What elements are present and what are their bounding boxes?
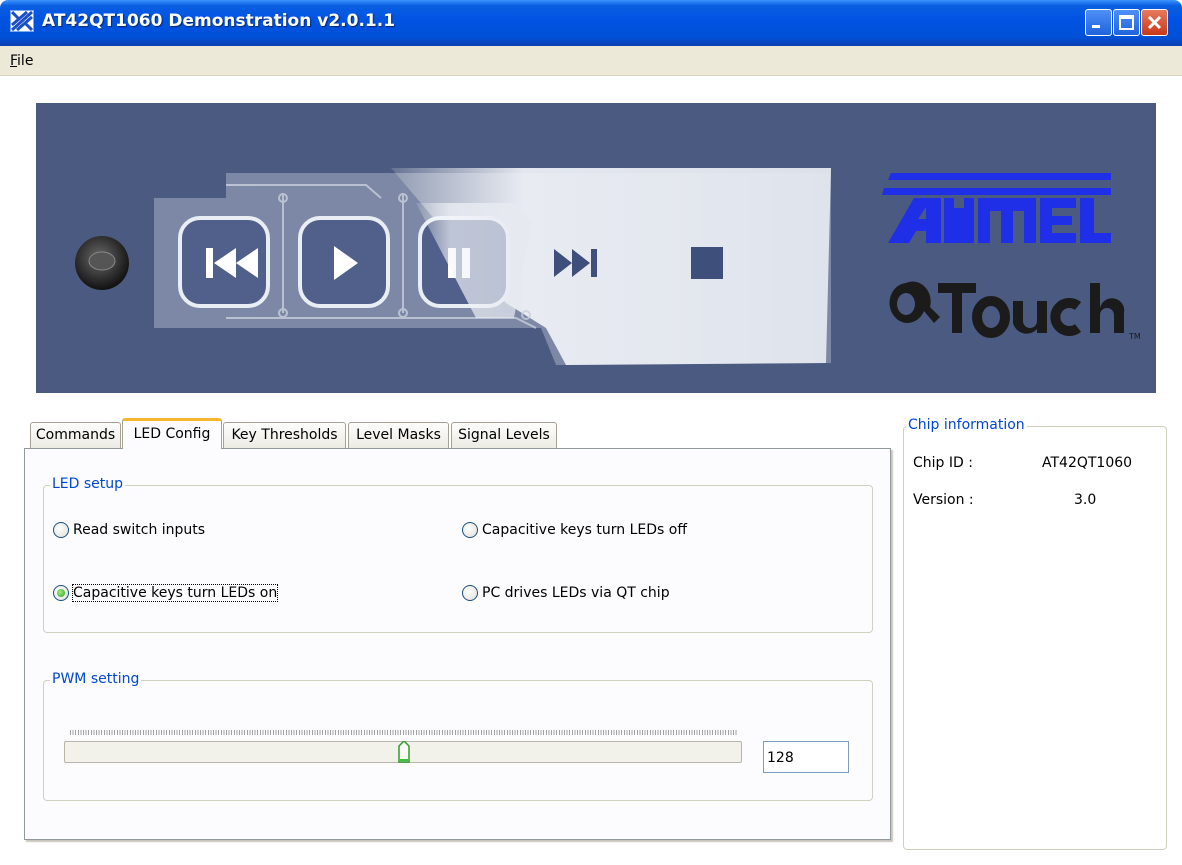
tab-signal-levels[interactable]: Signal Levels [451, 422, 557, 448]
radio-button[interactable] [462, 522, 478, 538]
window-title: AT42QT1060 Demonstration v2.0.1.1 [42, 11, 396, 31]
radio-button-selected[interactable] [53, 585, 69, 601]
maximize-icon [1119, 15, 1134, 30]
radio-label: Capacitive keys turn LEDs on [71, 584, 279, 602]
pwm-slider-thumb[interactable] [398, 739, 410, 763]
radio-button[interactable] [462, 585, 478, 601]
menu-bar: File [0, 46, 1182, 76]
tab-label: Signal Levels [458, 427, 550, 443]
tab-label: LED Config [133, 426, 211, 442]
title-bar[interactable]: AT42QT1060 Demonstration v2.0.1.1 [0, 0, 1182, 46]
tab-commands[interactable]: Commands [30, 422, 121, 448]
tab-level-masks[interactable]: Level Masks [348, 422, 449, 448]
qtouch-logo-icon: TM [889, 281, 1141, 341]
close-icon [1147, 15, 1162, 30]
led-setup-group: LED setup [43, 476, 873, 633]
close-button[interactable] [1141, 9, 1168, 36]
atmel-logo-icon [882, 173, 1111, 243]
radio-label: Capacitive keys turn LEDs off [482, 522, 687, 538]
version-label: Version : [913, 492, 974, 508]
previous-icon [178, 216, 270, 308]
pwm-setting-title: PWM setting [50, 671, 142, 687]
radio-label: Read switch inputs [73, 522, 206, 538]
minimize-button[interactable] [1085, 9, 1112, 36]
tab-label: Key Thresholds [231, 427, 338, 443]
radio-label: PC drives LEDs via QT chip [482, 585, 670, 601]
version-value: 3.0 [1074, 492, 1097, 508]
menu-file-label: ile [17, 53, 34, 69]
chip-id-value: AT42QT1060 [1042, 455, 1133, 471]
stop-icon [691, 247, 723, 279]
radio-keys-turn-leds-on[interactable]: Capacitive keys turn LEDs on [53, 584, 279, 602]
maximize-button[interactable] [1113, 9, 1140, 36]
menu-file[interactable]: File [10, 53, 33, 69]
radio-button[interactable] [53, 522, 69, 538]
minimize-icon [1092, 25, 1100, 28]
radio-read-switch-inputs[interactable]: Read switch inputs [53, 522, 205, 538]
tab-label: Commands [35, 427, 116, 443]
tab-led-config[interactable]: LED Config [122, 418, 222, 449]
chip-info-group: Chip information [903, 417, 1167, 850]
chip-id-label: Chip ID : [913, 455, 973, 471]
tab-label: Level Masks [356, 427, 441, 443]
slider-ticks [70, 730, 738, 735]
app-icon [10, 10, 34, 32]
menu-file-mnemonic: F [10, 53, 18, 69]
pwm-value-field[interactable]: 128 [763, 741, 849, 773]
play-icon [298, 216, 390, 308]
led-setup-title: LED setup [50, 476, 126, 492]
chip-info-title: Chip information [906, 417, 1027, 433]
product-banner: TM [36, 103, 1156, 393]
trademark-label: TM [1128, 332, 1141, 341]
tab-key-thresholds[interactable]: Key Thresholds [223, 422, 346, 448]
radio-pc-drives-leds[interactable]: PC drives LEDs via QT chip [462, 585, 670, 601]
radio-keys-turn-leds-off[interactable]: Capacitive keys turn LEDs off [462, 522, 687, 538]
